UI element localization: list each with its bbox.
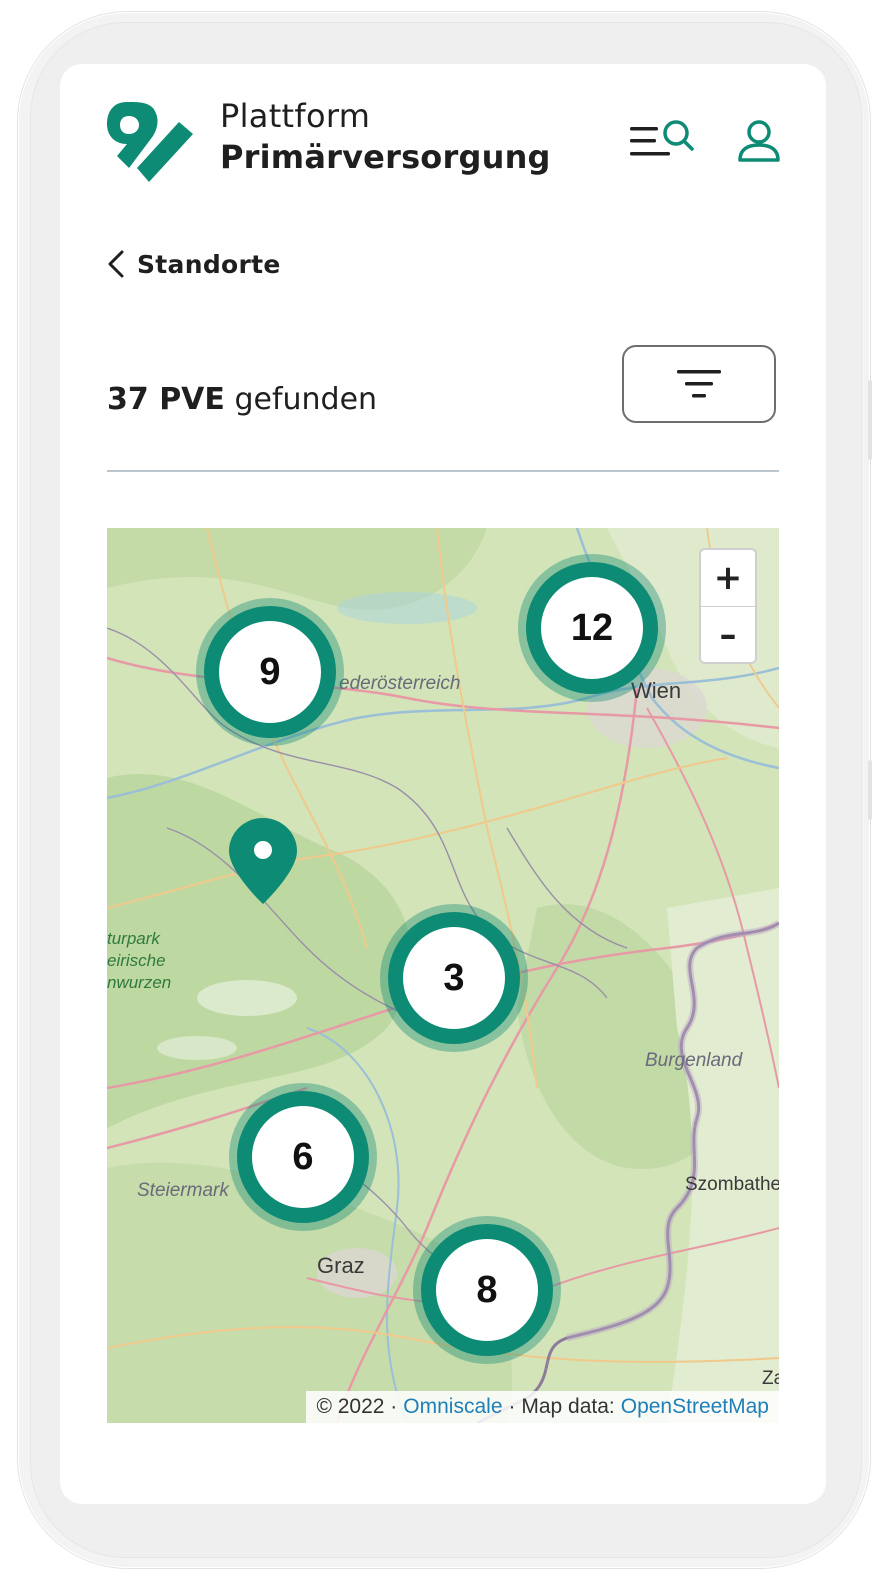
map-view[interactable]: Wien Graz ederösterreich Burgenland Stei… [107,528,779,1423]
cluster-count: 12 [541,577,643,679]
attribution-mapdata: · Map data: [508,1395,615,1418]
filter-button[interactable] [622,345,776,423]
map-label-za: Za [762,1368,779,1389]
app-screen: Plattform Primärversorgung Standorte 37 … [60,64,826,1504]
attribution-osm-link[interactable]: OpenStreetMap [621,1395,769,1419]
map-attribution: © 2022 · Omniscale · Map data: OpenStree… [306,1391,779,1423]
phone-side-button [868,380,872,460]
attribution-omniscale-link[interactable]: Omniscale [403,1395,502,1419]
map-cluster-marker[interactable]: 9 [190,592,350,752]
phone-side-button [868,760,872,820]
brand-line1: Plattform [220,97,371,135]
map-label-szombathely: Szombathe [685,1174,779,1195]
map-cluster-marker[interactable]: 8 [407,1210,567,1370]
brand-line2: Primärversorgung [220,138,551,176]
brand-title[interactable]: Plattform Primärversorgung [220,96,551,178]
map-label-niederoesterreich: ederösterreich [339,673,461,694]
cluster-count: 9 [219,621,321,723]
map-cluster-marker[interactable]: 12 [512,548,672,708]
filter-icon [677,370,721,398]
results-count: 37 PVE gefunden [107,382,377,417]
map-label-park-line1: turpark [107,929,160,948]
divider [107,470,779,472]
results-count-number: 37 PVE [107,382,225,417]
map-cluster-marker[interactable]: 6 [223,1077,383,1237]
cluster-count: 8 [436,1239,538,1341]
platform-logo-icon[interactable] [107,98,195,182]
user-icon[interactable] [738,120,780,162]
map-label-park: turpark eirische nwurzen [107,928,171,994]
map-label-burgenland: Burgenland [645,1050,743,1071]
map-label-steiermark: Steiermark [137,1180,229,1201]
attribution-copyright: © 2022 · [316,1395,398,1418]
zoom-control: + – [699,548,757,664]
map-pin-icon[interactable] [227,816,299,906]
zoom-in-button[interactable]: + [701,550,755,606]
map-label-park-line3: nwurzen [107,973,172,992]
back-link[interactable]: Standorte [107,244,281,284]
chevron-left-icon [108,250,124,278]
map-cluster-marker[interactable]: 3 [374,898,534,1058]
cluster-count: 6 [252,1106,354,1208]
cluster-count: 3 [403,927,505,1029]
map-label-park-line2: eirische [107,951,166,970]
menu-search-icon[interactable] [630,119,696,163]
results-count-suffix: gefunden [234,382,378,417]
map-label-graz: Graz [317,1253,365,1278]
back-link-label: Standorte [137,249,281,279]
zoom-out-button[interactable]: – [701,606,755,663]
